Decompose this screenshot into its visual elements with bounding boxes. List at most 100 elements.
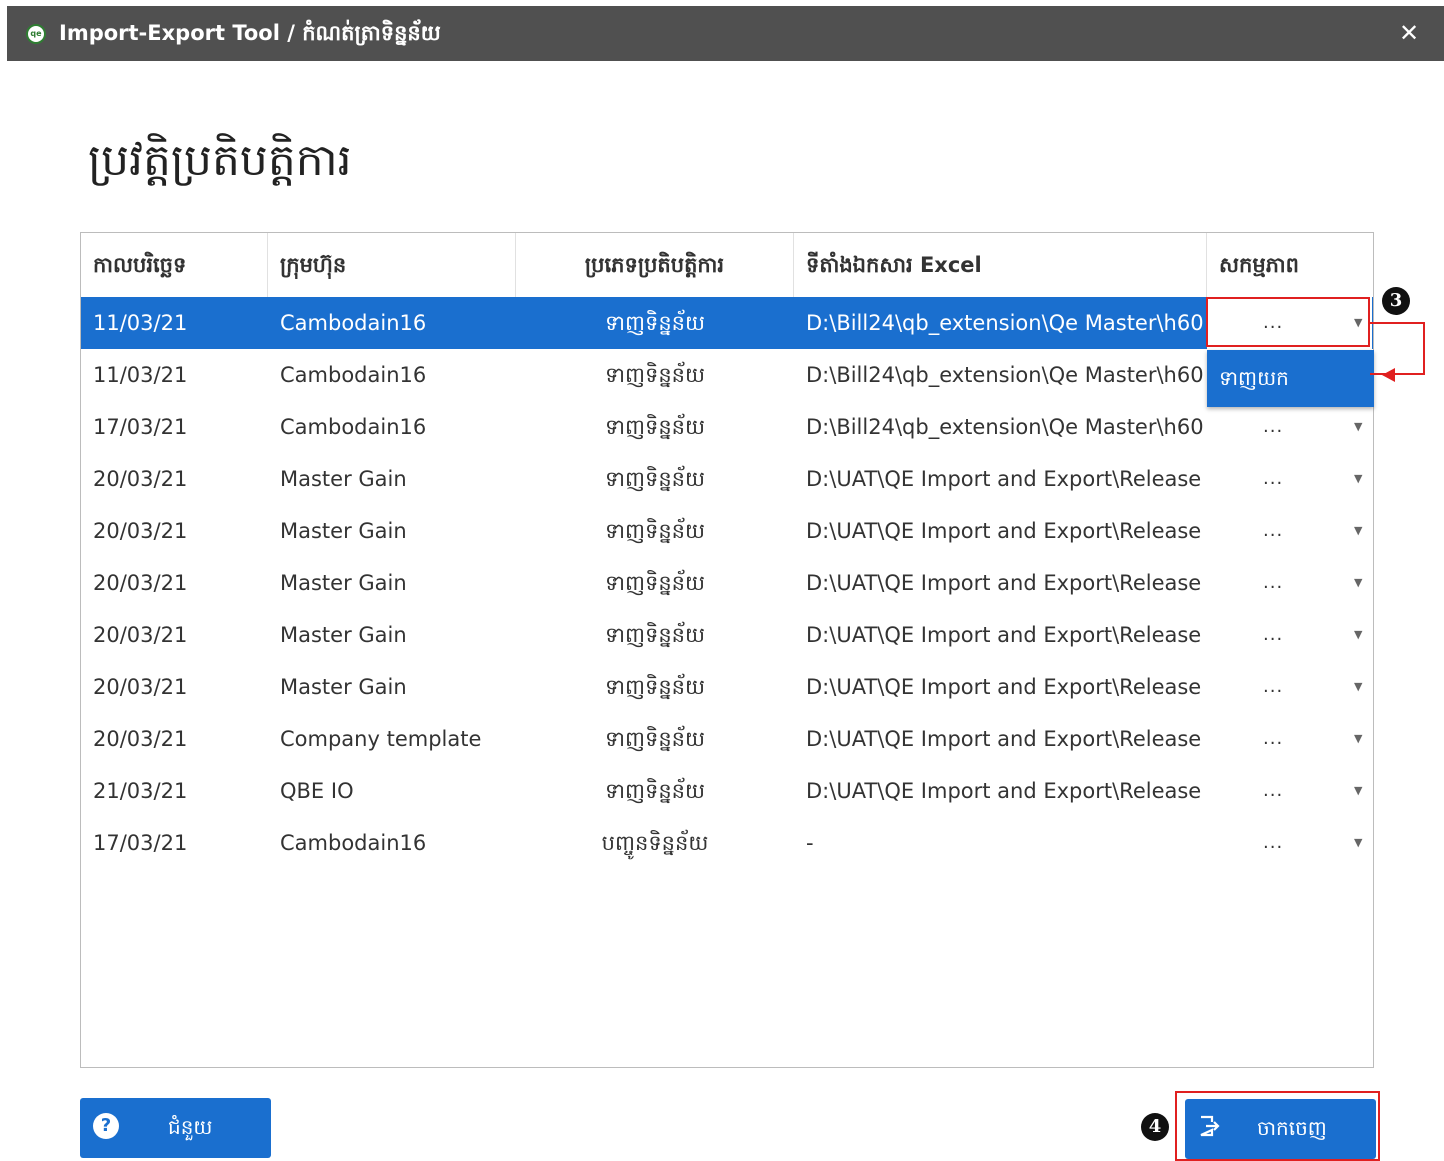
cell-company: Cambodain16 (280, 415, 427, 439)
cell-type: ទាញទិន្នន័យ (605, 727, 705, 751)
cell-company: Cambodain16 (280, 831, 427, 855)
action-dropdown[interactable]: ... ▼ (1207, 713, 1372, 765)
cell-date: 20/03/21 (93, 467, 188, 491)
cell-type: ទាញទិន្នន័យ (605, 415, 705, 439)
cell-type: ទាញទិន្នន័យ (605, 363, 705, 387)
column-header-path[interactable]: ទីតាំងឯកសារ Excel (794, 233, 1207, 297)
column-header-date[interactable]: កាលបរិច្ឆេទ (81, 233, 268, 297)
cell-path: D:\Bill24\qb_extension\Qe Master\h60: (806, 363, 1205, 387)
cell-type: ទាញទិន្នន័យ (605, 519, 705, 543)
cell-type: ទាញទិន្នន័យ (605, 675, 705, 699)
chevron-down-icon[interactable]: ▼ (1354, 765, 1362, 817)
table-row[interactable]: 20/03/21 Master Gain ទាញទិន្នន័យ D:\UAT\QE … (81, 505, 1373, 557)
action-dropdown-value: ... (1263, 624, 1284, 645)
action-dropdown[interactable]: ... ▼ (1207, 661, 1372, 713)
action-dropdown[interactable]: ... ▼ (1207, 817, 1372, 869)
cell-date: 20/03/21 (93, 519, 188, 543)
exit-icon (1200, 1115, 1220, 1137)
table-header: កាលបរិច្ឆេទ ក្រុមហ៊ុន ប្រភេទប្រតិបត្តិកា… (81, 233, 1373, 298)
dropdown-menu-download[interactable]: ទាញយក (1207, 350, 1374, 407)
cell-path: D:\Bill24\qb_extension\Qe Master\h60: (806, 311, 1205, 335)
cell-type: ទាញទិន្នន័យ (605, 623, 705, 647)
annotation-arrowhead (1382, 368, 1395, 382)
action-dropdown[interactable]: ... ▼ (1207, 401, 1372, 453)
cell-path: D:\UAT\QE Import and Export\Release (806, 623, 1202, 647)
action-dropdown[interactable]: ... ▼ (1207, 609, 1372, 661)
chevron-down-icon[interactable]: ▼ (1354, 505, 1362, 557)
cell-company: Master Gain (280, 571, 407, 595)
cell-company: Cambodain16 (280, 311, 427, 335)
cell-path: D:\UAT\QE Import and Export\Release (806, 779, 1202, 803)
step-4-badge: 4 (1141, 1113, 1169, 1141)
action-dropdown-value: ... (1263, 676, 1284, 697)
cell-path: D:\UAT\QE Import and Export\Release (806, 519, 1202, 543)
step-3-badge: 3 (1382, 287, 1410, 315)
cell-company: QBE IO (280, 779, 354, 803)
action-dropdown-value: ... (1263, 468, 1284, 489)
help-button-label: ជំនួយ (168, 1115, 213, 1139)
chevron-down-icon[interactable]: ▼ (1354, 453, 1362, 505)
cell-type: ទាញទិន្នន័យ (605, 467, 705, 491)
table-row[interactable]: 11/03/21 Cambodain16 ទាញទិន្នន័យ D:\Bill24\… (81, 297, 1373, 349)
cell-date: 17/03/21 (93, 831, 188, 855)
chevron-down-icon[interactable]: ▼ (1354, 609, 1362, 661)
cell-company: Cambodain16 (280, 363, 427, 387)
cell-date: 21/03/21 (93, 779, 188, 803)
cell-company: Master Gain (280, 623, 407, 647)
chevron-down-icon[interactable]: ▼ (1354, 817, 1362, 869)
column-header-action: សកម្មភាព (1219, 253, 1299, 277)
table-row[interactable]: 11/03/21 Cambodain16 ទាញទិន្នន័យ D:\Bill24\… (81, 349, 1373, 401)
cell-path: D:\UAT\QE Import and Export\Release (806, 571, 1202, 595)
cell-date: 20/03/21 (93, 623, 188, 647)
action-dropdown[interactable]: ... ▼ (1207, 453, 1372, 505)
action-dropdown[interactable]: ... ▼ (1207, 505, 1372, 557)
table-row[interactable]: 20/03/21 Master Gain ទាញទិន្នន័យ D:\UAT\QE … (81, 609, 1373, 661)
question-icon: ? (93, 1113, 119, 1139)
action-dropdown[interactable]: ... ▼ (1207, 765, 1372, 817)
chevron-down-icon[interactable]: ▼ (1354, 557, 1362, 609)
cell-type: បញ្ចូនទិន្នន័យ (601, 831, 709, 855)
cell-path: D:\UAT\QE Import and Export\Release (806, 675, 1202, 699)
annotation-connector (1370, 322, 1425, 375)
table-row[interactable]: 20/03/21 Master Gain ទាញទិន្នន័យ D:\UAT\QE … (81, 453, 1373, 505)
chevron-down-icon[interactable]: ▼ (1354, 661, 1362, 713)
table-row[interactable]: 20/03/21 Master Gain ទាញទិន្នន័យ D:\UAT\QE … (81, 557, 1373, 609)
cell-date: 11/03/21 (93, 311, 188, 335)
column-header-company[interactable]: ក្រុមហ៊ុន (268, 233, 516, 297)
exit-button[interactable]: ចាកចេញ (1185, 1099, 1376, 1159)
cell-company: Master Gain (280, 675, 407, 699)
page-title: ប្រវត្តិប្រតិបត្តិការ (88, 135, 352, 186)
cell-date: 20/03/21 (93, 675, 188, 699)
cell-company: Company template (280, 727, 482, 751)
cell-path: D:\UAT\QE Import and Export\Release (806, 467, 1202, 491)
action-dropdown-value: ... (1263, 416, 1284, 437)
chevron-down-icon[interactable]: ▼ (1354, 401, 1362, 453)
help-button[interactable]: ? ជំនួយ (80, 1098, 271, 1158)
cell-type: ទាញទិន្នន័យ (605, 779, 705, 803)
window-title: Import-Export Tool / កំណត់ត្រាទិន្នន័យ (59, 21, 441, 45)
title-bar: qe Import-Export Tool / កំណត់ត្រាទិន្នន័… (7, 6, 1444, 61)
cell-company: Master Gain (280, 519, 407, 543)
table-row[interactable]: 20/03/21 Master Gain ទាញទិន្នន័យ D:\UAT\QE … (81, 661, 1373, 713)
table-row[interactable]: 17/03/21 Cambodain16 បញ្ចូនទិន្នន័យ -... ▼ (81, 817, 1373, 869)
cell-date: 11/03/21 (93, 363, 188, 387)
chevron-down-icon[interactable]: ▼ (1354, 713, 1362, 765)
cell-path: D:\UAT\QE Import and Export\Release (806, 727, 1202, 751)
cell-date: 17/03/21 (93, 415, 188, 439)
action-dropdown-value: ... (1263, 572, 1284, 593)
action-dropdown[interactable]: ... ▼ (1207, 557, 1372, 609)
action-dropdown-value: ... (1263, 832, 1284, 853)
cell-date: 20/03/21 (93, 571, 188, 595)
table-row[interactable]: 20/03/21 Company template ទាញទិន្នន័យ D:\UA… (81, 713, 1373, 765)
history-table: កាលបរិច្ឆេទ ក្រុមហ៊ុន ប្រភេទប្រតិបត្តិកា… (80, 232, 1374, 1068)
action-dropdown-value: ... (1263, 520, 1284, 541)
close-button[interactable]: ✕ (1399, 20, 1419, 46)
action-dropdown-value: ... (1263, 780, 1284, 801)
column-header-type[interactable]: ប្រភេទប្រតិបត្តិការ (516, 233, 794, 297)
action-highlight-box (1206, 297, 1370, 347)
cell-company: Master Gain (280, 467, 407, 491)
table-row[interactable]: 21/03/21 QBE IO ទាញទិន្នន័យ D:\UAT\QE Impor… (81, 765, 1373, 817)
action-dropdown-value: ... (1263, 728, 1284, 749)
table-row[interactable]: 17/03/21 Cambodain16 ទាញទិន្នន័យ D:\Bill24\… (81, 401, 1373, 453)
cell-path: D:\Bill24\qb_extension\Qe Master\h60: (806, 415, 1205, 439)
